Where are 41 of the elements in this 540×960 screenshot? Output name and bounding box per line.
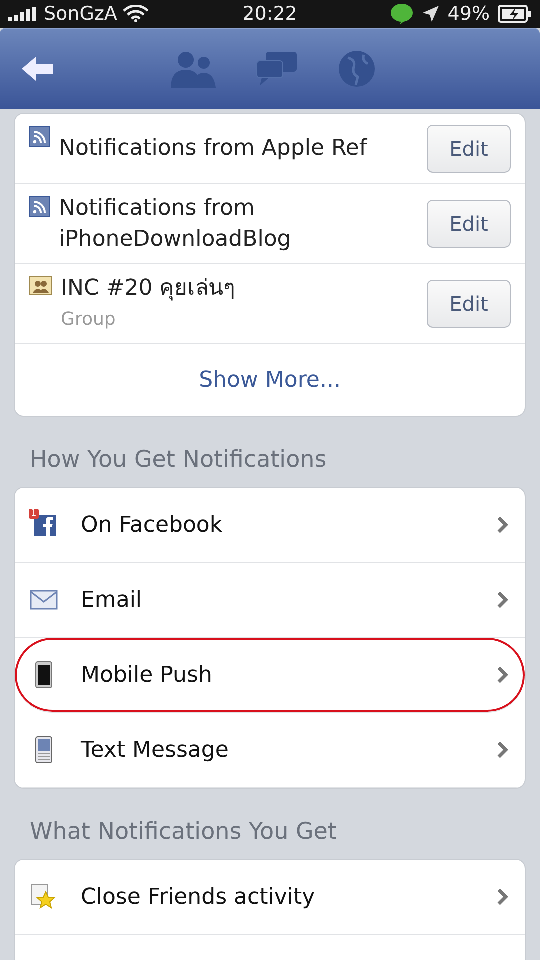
section-heading: What Notifications You Get: [29, 818, 338, 847]
battery-icon: [498, 5, 532, 23]
settings-row[interactable]: 1 On Facebook: [15, 488, 525, 563]
envelope-icon: [29, 590, 59, 610]
row-label: Email: [81, 588, 142, 612]
edit-button[interactable]: Edit: [427, 280, 511, 328]
section-heading: How You Get Notifications: [29, 446, 328, 475]
battery-percent: 49%: [448, 3, 490, 25]
subscription-title: INC #20 คุยเล่นๆ: [61, 274, 237, 303]
settings-row[interactable]: Mobile Push: [15, 638, 525, 713]
rss-icon: [29, 196, 51, 218]
chevron-icon: [497, 666, 509, 684]
subscription-title: Notifications from Apple Ref: [59, 135, 368, 163]
chat-bubble-icon: [390, 3, 414, 25]
friends-icon[interactable]: [170, 50, 216, 88]
edit-button[interactable]: Edit: [427, 200, 511, 248]
settings-row[interactable]: Email: [15, 563, 525, 638]
row-label: On Facebook: [81, 512, 223, 538]
row-label: Mobile Push: [81, 662, 212, 688]
signal-icon: [8, 7, 38, 21]
show-more-link[interactable]: Show More...: [15, 344, 525, 416]
clock-time: 20:22: [242, 3, 298, 25]
location-icon: [422, 5, 440, 23]
globe-icon[interactable]: [338, 50, 376, 88]
chat-icon[interactable]: [256, 51, 298, 87]
subscription-title: Notifications from iPhoneDownloadBlog: [59, 194, 292, 254]
group-icon: [29, 276, 53, 296]
wifi-icon: [123, 5, 150, 23]
back-button[interactable]: [20, 55, 56, 83]
edit-button[interactable]: Edit: [427, 124, 511, 172]
carrier-name: SonGzA: [44, 3, 118, 25]
chevron-icon: [497, 741, 509, 759]
chevron-icon: [497, 888, 509, 906]
settings-row[interactable]: Close Friends activity: [15, 860, 525, 935]
chevron-icon: [497, 516, 509, 534]
row-label: Close Friends activity: [81, 884, 316, 910]
subscription-type: Group: [61, 308, 117, 332]
chevron-icon: [497, 591, 509, 609]
settings-row[interactable]: Text Message: [15, 713, 525, 788]
row-label: Text Message: [81, 738, 229, 762]
rss-icon: [29, 126, 51, 148]
